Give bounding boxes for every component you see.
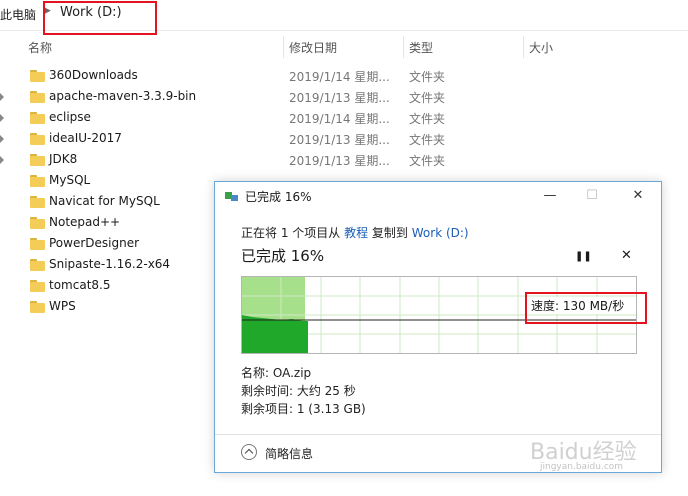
- file-name: JDK8: [49, 152, 78, 166]
- speed-highlight-box: [525, 292, 647, 324]
- file-name: ideaIU-2017: [49, 131, 122, 145]
- speed-area: [242, 315, 308, 353]
- file-type: 文件夹: [409, 154, 446, 168]
- file-date: 2019/1/13 星期...: [289, 91, 390, 105]
- maximize-button[interactable]: ☐: [577, 184, 607, 208]
- expand-arrow-icon[interactable]: [0, 135, 4, 143]
- column-header-row: 名称 修改日期 类型 大小: [0, 36, 688, 58]
- column-divider[interactable]: [403, 36, 404, 58]
- folder-icon: [30, 91, 45, 103]
- file-date: 2019/1/14 星期...: [289, 70, 390, 84]
- dialog-title: 已完成 16%: [245, 190, 312, 204]
- folder-icon: [30, 238, 45, 250]
- file-type: 文件夹: [409, 133, 446, 147]
- file-row[interactable]: ideaIU-2017 2019/1/13 星期... 文件夹: [0, 129, 688, 150]
- file-name: Notepad++: [49, 215, 121, 229]
- status-prefix: 正在将 1 个项目从: [241, 226, 345, 240]
- file-name-info: 名称: OA.zip: [241, 366, 312, 380]
- baidu-watermark-url: jingyan.baidu.com: [540, 462, 624, 472]
- file-type: 文件夹: [409, 91, 446, 105]
- status-middle: 复制到: [368, 226, 412, 240]
- folder-icon: [30, 280, 45, 292]
- column-type[interactable]: 类型: [409, 39, 433, 56]
- folder-icon: [30, 196, 45, 208]
- column-size[interactable]: 大小: [529, 39, 553, 56]
- pause-button[interactable]: ❚❚: [575, 251, 592, 262]
- cancel-button[interactable]: ✕: [621, 248, 632, 263]
- minimize-button[interactable]: —: [535, 184, 565, 208]
- folder-icon: [30, 112, 45, 124]
- folder-icon: [30, 133, 45, 145]
- address-bar[interactable]: 此电脑 ▶ Work (D:): [0, 0, 688, 35]
- destination-link[interactable]: Work (D:): [412, 226, 469, 240]
- file-date: 2019/1/13 星期...: [289, 133, 390, 147]
- file-name: Snipaste-1.16.2-x64: [49, 257, 171, 271]
- file-type: 文件夹: [409, 70, 446, 84]
- file-row[interactable]: apache-maven-3.3.9-bin 2019/1/13 星期... 文件夹: [0, 87, 688, 108]
- file-date: 2019/1/13 星期...: [289, 154, 390, 168]
- copy-icon: [225, 192, 239, 202]
- file-name: Navicat for MySQL: [49, 194, 160, 208]
- column-divider[interactable]: [523, 36, 524, 58]
- file-name: eclipse: [49, 110, 91, 124]
- progress-text: 已完成 16%: [241, 247, 325, 265]
- fewer-details-label: 简略信息: [265, 447, 314, 461]
- breadcrumb-this-pc[interactable]: 此电脑: [0, 6, 36, 23]
- folder-icon: [30, 154, 45, 166]
- expand-arrow-icon[interactable]: [0, 114, 4, 122]
- file-row[interactable]: eclipse 2019/1/14 星期... 文件夹: [0, 108, 688, 129]
- column-name[interactable]: 名称: [28, 39, 52, 56]
- chevron-up-icon: [241, 444, 257, 460]
- folder-icon: [30, 301, 45, 313]
- file-row[interactable]: 360Downloads 2019/1/14 星期... 文件夹: [0, 66, 688, 87]
- file-name: tomcat8.5: [49, 278, 111, 292]
- column-modified[interactable]: 修改日期: [289, 39, 337, 56]
- file-name: WPS: [49, 299, 76, 313]
- file-type: 文件夹: [409, 112, 446, 126]
- file-name: PowerDesigner: [49, 236, 140, 250]
- file-name: apache-maven-3.3.9-bin: [49, 89, 197, 103]
- copy-status-line: 正在将 1 个项目从 教程 复制到 Work (D:): [241, 224, 469, 241]
- source-link[interactable]: 教程: [344, 226, 368, 240]
- column-divider[interactable]: [283, 36, 284, 58]
- folder-icon: [30, 217, 45, 229]
- file-name: 360Downloads: [49, 68, 138, 82]
- items-remaining-info: 剩余项目: 1 (3.13 GB): [241, 402, 366, 416]
- address-highlight-box: [43, 1, 157, 35]
- time-remaining-info: 剩余时间: 大约 25 秒: [241, 384, 356, 398]
- close-button[interactable]: ✕: [623, 184, 653, 208]
- file-name: MySQL: [49, 173, 91, 187]
- file-date: 2019/1/14 星期...: [289, 112, 390, 126]
- expand-arrow-icon[interactable]: [0, 156, 4, 164]
- copy-progress-dialog: 已完成 16% — ☐ ✕ 正在将 1 个项目从 教程 复制到 Work (D:…: [214, 181, 662, 473]
- dialog-title-bar[interactable]: 已完成 16% — ☐ ✕: [215, 182, 661, 210]
- expand-arrow-icon[interactable]: [0, 93, 4, 101]
- folder-icon: [30, 70, 45, 82]
- folder-icon: [30, 175, 45, 187]
- folder-icon: [30, 259, 45, 271]
- file-row[interactable]: JDK8 2019/1/13 星期... 文件夹: [0, 150, 688, 171]
